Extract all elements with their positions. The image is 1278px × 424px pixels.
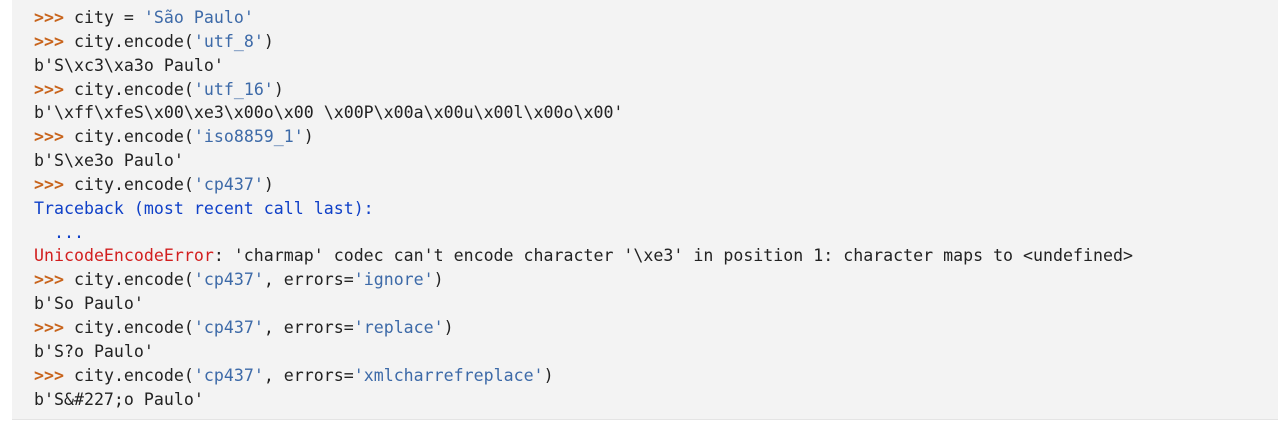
code-text: city.encode( <box>73 127 194 147</box>
output-line: b'S?o Paulo' <box>34 340 1278 364</box>
string-literal: 'cp437' <box>193 270 264 290</box>
code-text: city.encode( <box>73 79 194 99</box>
prompt-marker: >>> <box>34 8 64 27</box>
input-line: >>> city.encode('cp437', errors='replace… <box>34 316 1278 340</box>
output-text: b'S&#227;o Paulo' <box>34 389 204 409</box>
prompt-marker: >>> <box>34 31 64 51</box>
code-text: ) <box>263 174 274 194</box>
string-literal: 'cp437' <box>193 365 264 385</box>
prompt-marker: >>> <box>34 317 64 337</box>
code-text: , errors= <box>263 270 354 290</box>
input-line: >>> city.encode('cp437', errors='xmlchar… <box>34 364 1278 388</box>
string-literal: 'ignore' <box>353 270 434 290</box>
input-line: >>> city.encode('utf_16') <box>34 78 1278 102</box>
output-text: b'\xff\xfeS\x00\xe3\x00o\x00 \x00P\x00a\… <box>34 103 624 123</box>
code-text: ) <box>263 31 274 51</box>
traceback-ellipsis-line: ... <box>34 221 1278 245</box>
code-text: city.encode( <box>73 270 194 290</box>
input-line: >>> city.encode('utf_8') <box>34 30 1278 54</box>
code-text: ) <box>303 127 314 147</box>
code-text: city = <box>73 8 144 27</box>
prompt-marker: >>> <box>34 365 64 385</box>
output-line: b'S\xe3o Paulo' <box>34 149 1278 173</box>
output-line: b'So Paulo' <box>34 292 1278 316</box>
string-literal: 'cp437' <box>193 174 264 194</box>
code-text: ) <box>433 270 444 290</box>
prompt-marker: >>> <box>34 270 64 290</box>
error-name: UnicodeEncodeError <box>34 246 214 266</box>
output-line: b'S\xc3\xa3o Paulo' <box>34 54 1278 78</box>
input-line: >>> city.encode('cp437') <box>34 173 1278 197</box>
code-text: ) <box>273 79 284 99</box>
prompt-marker: >>> <box>34 79 64 99</box>
input-line: >>> city.encode('cp437', errors='ignore'… <box>34 268 1278 292</box>
error-message: : 'charmap' codec can't encode character… <box>213 246 1133 266</box>
code-text: ) <box>443 317 454 337</box>
input-line: >>> city.encode('iso8859_1') <box>34 125 1278 149</box>
traceback-text: Traceback (most recent call last): <box>34 198 374 218</box>
string-literal: 'São Paulo' <box>143 8 254 27</box>
code-text: city.encode( <box>73 317 194 337</box>
string-literal: 'cp437' <box>193 317 264 337</box>
output-text: b'S\xe3o Paulo' <box>34 151 184 171</box>
output-text: b'S\xc3\xa3o Paulo' <box>34 55 224 75</box>
code-text: city.encode( <box>73 174 194 194</box>
string-literal: 'replace' <box>353 317 444 337</box>
string-literal: 'utf_16' <box>193 79 274 99</box>
code-text: ) <box>543 365 554 385</box>
code-text: , errors= <box>263 365 354 385</box>
string-literal: 'xmlcharrefreplace' <box>353 365 544 385</box>
traceback-line: Traceback (most recent call last): <box>34 197 1278 221</box>
output-text: b'S?o Paulo' <box>34 341 154 361</box>
error-line: UnicodeEncodeError: 'charmap' codec can'… <box>34 244 1278 268</box>
output-text: b'So Paulo' <box>34 294 144 314</box>
code-text: city.encode( <box>73 365 194 385</box>
output-line: b'\xff\xfeS\x00\xe3\x00o\x00 \x00P\x00a\… <box>34 101 1278 125</box>
output-line: b'S&#227;o Paulo' <box>34 388 1278 412</box>
string-literal: 'iso8859_1' <box>193 127 304 147</box>
prompt-marker: >>> <box>34 127 64 147</box>
input-line: >>> city = 'São Paulo' <box>34 6 1278 30</box>
traceback-ellipsis: ... <box>34 222 84 242</box>
prompt-marker: >>> <box>34 174 64 194</box>
python-console-code-block: >>> city = 'São Paulo' >>> city.encode('u… <box>12 0 1278 420</box>
code-text: city.encode( <box>73 31 194 51</box>
string-literal: 'utf_8' <box>193 31 264 51</box>
code-text: , errors= <box>263 317 354 337</box>
